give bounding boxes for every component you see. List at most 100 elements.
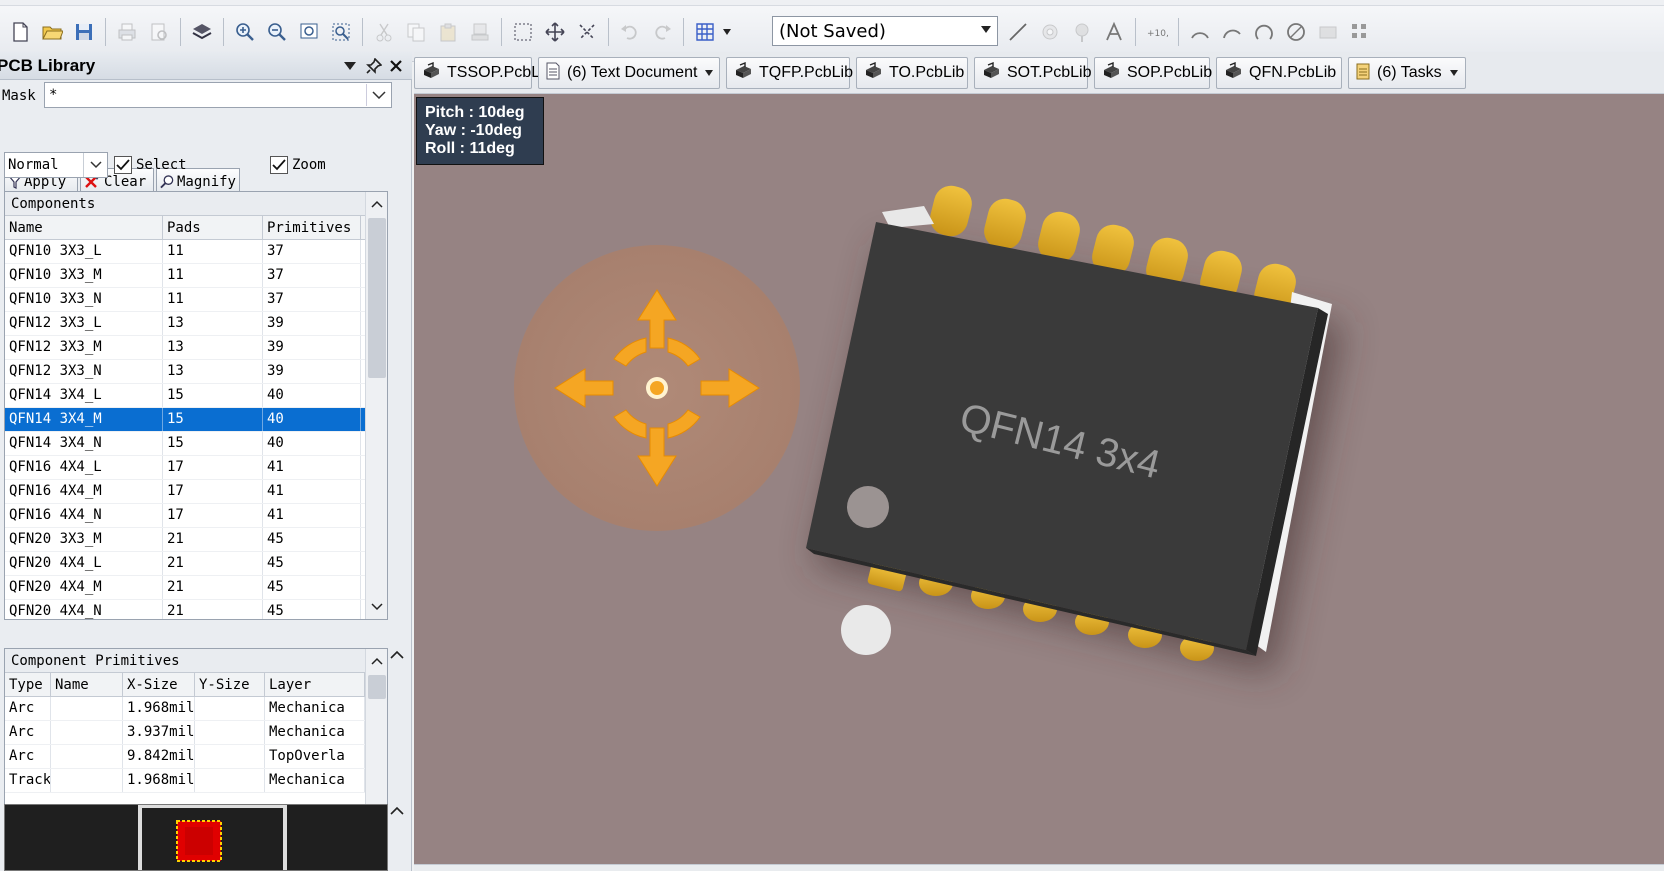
table-row[interactable]: QFN12 3X3_N 13 39 <box>5 360 387 384</box>
array-icon[interactable] <box>1346 18 1374 46</box>
tab-2[interactable]: TQFP.PcbLib <box>726 57 853 89</box>
print-preview-icon[interactable] <box>145 18 173 46</box>
grid-icon[interactable] <box>691 18 719 46</box>
cut-icon[interactable] <box>370 18 398 46</box>
table-row[interactable]: Arc 9.842mil TopOverla <box>5 745 387 769</box>
tab-1[interactable]: (6) Text Document <box>538 57 720 89</box>
table-row[interactable]: Arc 3.937mil Mechanica <box>5 721 387 745</box>
scroll-down-icon[interactable] <box>366 596 387 618</box>
cross-select-icon[interactable] <box>573 18 601 46</box>
arc-center-icon[interactable] <box>1218 18 1246 46</box>
zoom-checkbox[interactable]: Zoom <box>270 156 326 174</box>
fill-icon[interactable] <box>1314 18 1342 46</box>
layers-icon[interactable] <box>188 18 216 46</box>
table-row[interactable]: QFN14 3X4_L 15 40 <box>5 384 387 408</box>
toolbar-separator <box>105 18 106 46</box>
panel-menu-icon[interactable] <box>340 56 360 76</box>
new-file-icon[interactable] <box>6 18 34 46</box>
rubber-stamp-icon[interactable] <box>466 18 494 46</box>
view-gizmo[interactable] <box>514 245 800 531</box>
tab-4[interactable]: SOT.PcbLib <box>974 57 1091 89</box>
table-cell: QFN14 3X4_M <box>5 408 163 431</box>
chevron-down-icon[interactable] <box>83 153 107 177</box>
column-header[interactable]: Name <box>5 216 163 239</box>
column-header[interactable]: Primitives <box>263 216 361 239</box>
tab-0[interactable]: TSSOP.PcbLib <box>414 57 553 89</box>
select-checkbox[interactable]: Select <box>114 156 187 174</box>
move-icon[interactable] <box>541 18 569 46</box>
arc-any-icon[interactable] <box>1250 18 1278 46</box>
close-icon[interactable] <box>386 56 406 76</box>
tab-7[interactable]: (6) Tasks <box>1348 57 1466 89</box>
table-row[interactable]: QFN20 4X4_N 21 45 <box>5 600 387 619</box>
scrollbar-thumb[interactable] <box>368 218 386 378</box>
mode-select[interactable]: Normal <box>4 152 108 178</box>
table-cell: QFN12 3X3_L <box>5 312 163 335</box>
table-row[interactable]: QFN16 4X4_N 17 41 <box>5 504 387 528</box>
collapse-up-icon[interactable] <box>390 804 404 819</box>
chevron-down-icon[interactable] <box>705 70 714 76</box>
table-row[interactable]: QFN20 4X4_M 21 45 <box>5 576 387 600</box>
history-combo[interactable]: (Not Saved) <box>772 16 998 46</box>
select-area-icon[interactable] <box>509 18 537 46</box>
zoom-in-icon[interactable] <box>231 18 259 46</box>
column-header[interactable]: Pads <box>163 216 263 239</box>
via-icon[interactable] <box>1068 18 1096 46</box>
print-icon[interactable] <box>113 18 141 46</box>
table-cell: Arc <box>5 721 51 744</box>
table-row[interactable]: QFN16 4X4_M 17 41 <box>5 480 387 504</box>
pad-icon[interactable] <box>1036 18 1064 46</box>
redo-icon[interactable] <box>648 18 676 46</box>
scroll-up-icon[interactable] <box>366 193 387 215</box>
chevron-down-icon[interactable] <box>366 84 390 106</box>
chevron-down-icon[interactable] <box>981 26 991 33</box>
tab-6[interactable]: QFN.PcbLib <box>1216 57 1342 89</box>
column-header[interactable]: Y-Size <box>195 673 265 696</box>
full-circle-icon[interactable] <box>1282 18 1310 46</box>
chevron-down-icon[interactable] <box>1449 70 1458 76</box>
3d-view-canvas[interactable]: QFN14 3x4 <box>414 94 1664 871</box>
zoom-selection-icon[interactable] <box>327 18 355 46</box>
table-row[interactable]: QFN12 3X3_L 13 39 <box>5 312 387 336</box>
table-row[interactable]: QFN10 3X3_M 11 37 <box>5 264 387 288</box>
scroll-up-icon[interactable] <box>366 650 387 672</box>
column-header[interactable]: Type <box>5 673 51 696</box>
tab-5[interactable]: SOP.PcbLib <box>1094 57 1212 89</box>
column-header[interactable]: Layer <box>265 673 365 696</box>
collapse-up-icon[interactable] <box>390 648 404 663</box>
checkmark-icon[interactable] <box>270 156 288 174</box>
table-row[interactable]: QFN10 3X3_L 11 37 <box>5 240 387 264</box>
component-preview[interactable] <box>4 804 388 871</box>
coordinate-icon[interactable]: +10,10 <box>1143 18 1171 46</box>
toolbar-separator <box>1135 18 1136 46</box>
mask-input[interactable]: * <box>44 82 392 108</box>
copy-icon[interactable] <box>402 18 430 46</box>
undo-icon[interactable] <box>616 18 644 46</box>
pin-icon[interactable] <box>364 56 384 76</box>
paste-icon[interactable] <box>434 18 462 46</box>
checkmark-icon[interactable] <box>114 156 132 174</box>
table-row[interactable]: QFN14 3X4_M 15 40 <box>5 408 387 432</box>
zoom-out-icon[interactable] <box>263 18 291 46</box>
scrollbar-thumb[interactable] <box>368 675 386 699</box>
zoom-fit-icon[interactable] <box>295 18 323 46</box>
column-header[interactable]: Name <box>51 673 123 696</box>
chevron-down-icon[interactable] <box>723 29 731 35</box>
save-icon[interactable] <box>70 18 98 46</box>
tab-3[interactable]: TO.PcbLib <box>856 57 968 89</box>
table-row[interactable]: QFN20 4X4_L 21 45 <box>5 552 387 576</box>
table-cell: 17 <box>163 504 263 527</box>
table-row[interactable]: QFN12 3X3_M 13 39 <box>5 336 387 360</box>
arc-edge-icon[interactable] <box>1186 18 1214 46</box>
table-row[interactable]: Arc 1.968mil Mechanica <box>5 697 387 721</box>
column-header[interactable]: X-Size <box>123 673 195 696</box>
table-row[interactable]: Track 1.968mil Mechanica <box>5 769 387 793</box>
open-folder-icon[interactable] <box>38 18 66 46</box>
components-scrollbar[interactable] <box>365 192 387 619</box>
table-row[interactable]: QFN14 3X4_N 15 40 <box>5 432 387 456</box>
table-row[interactable]: QFN20 3X3_M 21 45 <box>5 528 387 552</box>
table-row[interactable]: QFN16 4X4_L 17 41 <box>5 456 387 480</box>
text-icon[interactable] <box>1100 18 1128 46</box>
line-icon[interactable] <box>1004 18 1032 46</box>
table-row[interactable]: QFN10 3X3_N 11 37 <box>5 288 387 312</box>
